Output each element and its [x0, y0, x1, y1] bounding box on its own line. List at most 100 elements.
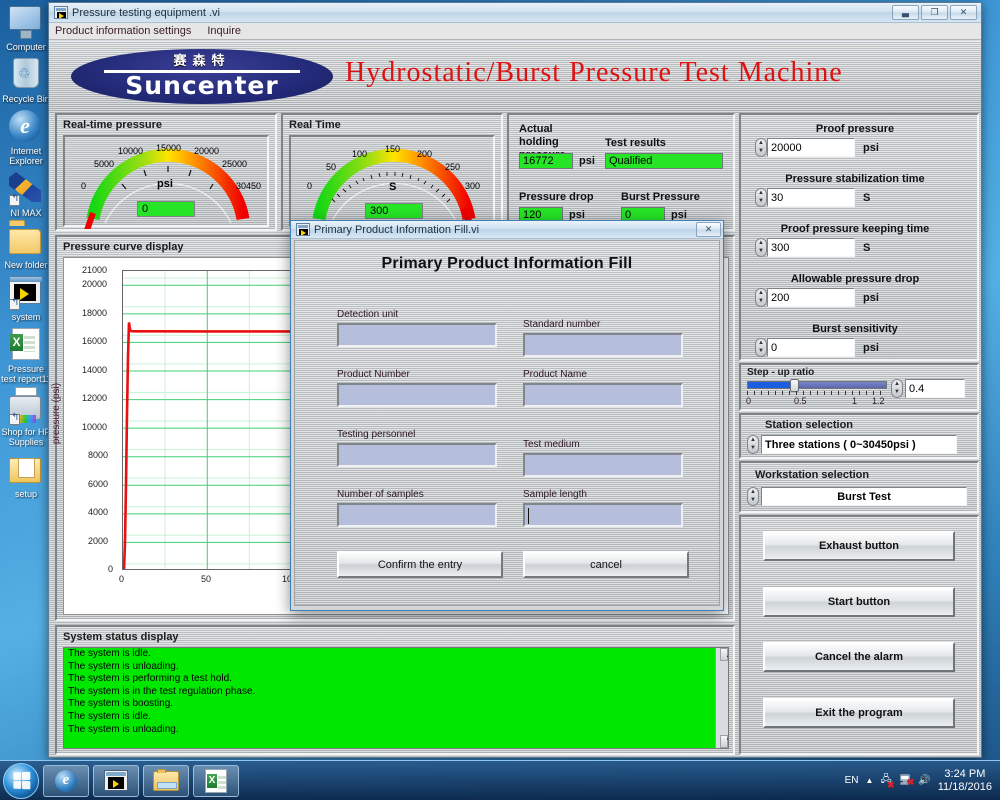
- param-input-burst-sensitivity[interactable]: 0: [767, 338, 855, 357]
- sample-length-input[interactable]: [523, 503, 683, 527]
- detection-unit-input[interactable]: [337, 323, 497, 347]
- volume-icon[interactable]: 🔊: [918, 775, 930, 786]
- workstation-selection-spinner[interactable]: ▲▼: [747, 487, 759, 506]
- cancel-alarm-button[interactable]: Cancel the alarm: [763, 642, 955, 672]
- desktop-icon-setup[interactable]: setup: [0, 453, 52, 499]
- desktop-icon-shop-hp-supplies[interactable]: Shop for HP Supplies: [0, 391, 52, 447]
- logo-english-text: Suncenter: [125, 73, 278, 99]
- gauge-tick-5: 25000: [222, 159, 247, 169]
- product-name-input[interactable]: [523, 383, 683, 407]
- test-medium-input[interactable]: [523, 453, 683, 477]
- desktop-icon-recycle-bin[interactable]: Recycle Bin: [0, 58, 52, 104]
- testing-personnel-input[interactable]: [337, 443, 497, 467]
- taskbar-item-labview[interactable]: [93, 765, 139, 797]
- gauge-unit-label: psi: [157, 178, 173, 190]
- product-number-input[interactable]: [337, 383, 497, 407]
- desktop-icon-pressure-test-report[interactable]: Pressure test report11 1: [0, 328, 52, 385]
- action-buttons-panel: Exhaust button Start button Cancel the a…: [739, 515, 979, 755]
- x-tick-50: 50: [201, 574, 211, 584]
- param-input-allowable-drop[interactable]: 200: [767, 288, 855, 307]
- window-titlebar[interactable]: Pressure testing equipment .vi ▃ ❐ ✕: [49, 3, 981, 23]
- parameters-panel: Proof pressure ▲▼ 20000 psi Pressure sta…: [739, 113, 979, 361]
- param-input-stabilization-time[interactable]: 30: [767, 188, 855, 207]
- exit-program-button[interactable]: Exit the program: [763, 698, 955, 728]
- param-spinner-burst-sensitivity[interactable]: ▲▼: [755, 338, 767, 357]
- stepup-ratio-input[interactable]: 0.4: [905, 379, 965, 398]
- desktop-icon-new-folder[interactable]: New folder: [0, 224, 52, 270]
- taskbar-item-excel[interactable]: X: [193, 765, 239, 797]
- param-input-keeping-time[interactable]: 300: [767, 238, 855, 257]
- desktop-icon-internet-explorer[interactable]: e Internet Explorer: [0, 110, 52, 166]
- standard-number-input[interactable]: [523, 333, 683, 357]
- primary-product-information-dialog: Primary Product Information Fill.vi ✕ Pr…: [290, 220, 724, 611]
- workstation-selection-value[interactable]: Burst Test: [761, 487, 967, 506]
- confirm-entry-button[interactable]: Confirm the entry: [337, 551, 503, 578]
- desktop-icon-ni-max[interactable]: NI MAX: [0, 172, 52, 218]
- taskbar-item-windows-explorer[interactable]: [143, 765, 189, 797]
- system-status-label: System status display: [63, 631, 179, 643]
- action-center-icon[interactable]: 🖥✖: [899, 775, 912, 786]
- close-icon[interactable]: ✕: [950, 5, 977, 20]
- maximize-icon[interactable]: ❐: [921, 5, 948, 20]
- param-spinner-proof-pressure[interactable]: ▲▼: [755, 138, 767, 157]
- clock[interactable]: 3:24 PM 11/18/2016: [938, 768, 992, 794]
- status-log-scrollbar[interactable]: ▲ ▼: [715, 648, 728, 748]
- start-button[interactable]: Start button: [763, 587, 955, 617]
- param-spinner-keeping-time[interactable]: ▲▼: [755, 238, 767, 257]
- station-selection-spinner[interactable]: ▲▼: [747, 435, 759, 454]
- param-input-proof-pressure[interactable]: 20000: [767, 138, 855, 157]
- menu-item-inquire[interactable]: Inquire: [207, 25, 241, 37]
- number-of-samples-input[interactable]: [337, 503, 497, 527]
- param-spinner-allowable-drop[interactable]: ▲▼: [755, 288, 767, 307]
- start-button-label: Start button: [828, 596, 890, 608]
- pressure-drop-label: Pressure drop: [519, 191, 594, 203]
- param-spinner-stabilization-time[interactable]: ▲▼: [755, 188, 767, 207]
- gauge-unit-label: S: [389, 181, 396, 193]
- gauge-tick-0: 0: [81, 181, 86, 191]
- taskbar-item-internet-explorer[interactable]: e: [43, 765, 89, 797]
- exhaust-button[interactable]: Exhaust button: [763, 531, 955, 561]
- menu-item-product-information-settings[interactable]: Product information settings: [55, 25, 191, 37]
- y-tick-0: 0: [108, 564, 113, 574]
- network-error-icon[interactable]: 🖧✖: [880, 772, 891, 789]
- dialog-title: Primary Product Information Fill.vi: [314, 224, 696, 236]
- param-unit-stabilization-time: S: [863, 192, 870, 204]
- show-hidden-icons-icon[interactable]: ▲: [866, 776, 874, 785]
- minimize-icon[interactable]: ▃: [892, 5, 919, 20]
- workstation-selection-label: Workstation selection: [755, 469, 869, 481]
- scroll-up-icon[interactable]: ▲: [720, 648, 728, 661]
- scroll-down-icon[interactable]: ▼: [720, 735, 728, 748]
- gauge-tick-2: 10000: [118, 146, 143, 156]
- folder-open-icon: [9, 453, 43, 487]
- system-status-log[interactable]: The system is idle. The system is unload…: [63, 647, 729, 749]
- field-sample-length: Sample length: [523, 489, 683, 527]
- windows-flag-icon: [13, 772, 30, 790]
- status-line: The system is performing a test hold.: [64, 673, 728, 686]
- station-selection-value[interactable]: Three stations ( 0~30450psi ): [761, 435, 957, 454]
- cancel-button[interactable]: cancel: [523, 551, 689, 578]
- windows-start-orb[interactable]: [3, 763, 39, 799]
- field-label: Sample length: [523, 489, 683, 500]
- desktop-icon-label: Internet Explorer: [0, 146, 52, 166]
- param-label-stabilization-time: Pressure stabilization time: [741, 173, 969, 185]
- language-indicator[interactable]: EN: [845, 775, 859, 786]
- desktop-icon-system[interactable]: system: [0, 276, 52, 322]
- field-label: Testing personnel: [337, 429, 497, 440]
- ni-max-icon: [9, 172, 43, 206]
- results-panel: Actual holding pressure 16772 psi Test r…: [507, 113, 735, 231]
- cancel-alarm-button-label: Cancel the alarm: [815, 651, 903, 663]
- station-selection-panel: Station selection ▲▼ Three stations ( 0~…: [739, 413, 979, 459]
- stepup-ratio-slider[interactable]: [747, 381, 887, 389]
- y-tick-14000: 14000: [82, 365, 107, 375]
- y-tick-8000: 8000: [88, 450, 108, 460]
- stepup-tick-0: 0: [746, 396, 751, 406]
- field-label: Standard number: [523, 319, 683, 330]
- realtime-pressure-value: 0: [137, 201, 195, 217]
- stepup-ratio-spinner[interactable]: ▲▼: [891, 379, 903, 398]
- close-icon[interactable]: ✕: [696, 222, 721, 237]
- param-unit-allowable-drop: psi: [863, 292, 879, 304]
- y-tick-2000: 2000: [88, 536, 108, 546]
- param-label-proof-pressure: Proof pressure: [741, 123, 969, 135]
- dialog-titlebar[interactable]: Primary Product Information Fill.vi ✕: [291, 221, 723, 239]
- desktop-icon-computer[interactable]: Computer: [0, 6, 52, 52]
